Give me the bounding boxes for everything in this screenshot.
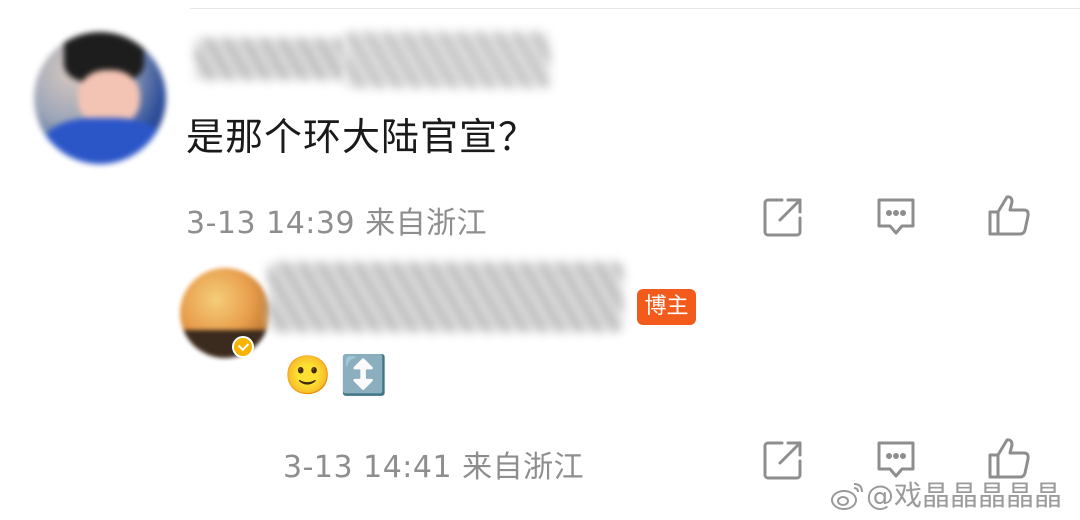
- comment-text: 是那个环大陆官宣？: [186, 115, 538, 159]
- divider: [190, 8, 1080, 9]
- watermark-text: @戏晶晶晶晶晶: [866, 479, 1063, 512]
- blogger-badge: 博主: [637, 289, 696, 325]
- avatar-shadow: [180, 330, 270, 358]
- comment-thread: 是那个环大陆官宣？ 3-13 14:39 来自浙江 博主 🙂 ↕️ 3-13 1…: [0, 0, 1080, 520]
- like-thumb-icon[interactable]: [986, 192, 1032, 238]
- up-down-arrow-emoji: ↕️: [340, 353, 388, 397]
- verified-badge-icon: [232, 336, 254, 358]
- username-redacted[interactable]: [345, 32, 550, 88]
- share-icon[interactable]: [760, 194, 806, 240]
- comment-timestamp-location: 3-13 14:39 来自浙江: [186, 206, 488, 241]
- avatar[interactable]: [180, 268, 270, 358]
- smile-emoji: 🙂: [284, 353, 332, 397]
- share-icon[interactable]: [760, 437, 806, 483]
- username-redacted[interactable]: [268, 262, 623, 332]
- reply-comment-icon[interactable]: [873, 194, 919, 240]
- reply-timestamp-location: 3-13 14:41 来自浙江: [283, 450, 585, 485]
- avatar[interactable]: [34, 32, 166, 164]
- username-redacted[interactable]: [195, 38, 345, 80]
- weibo-logo-icon: [830, 478, 866, 512]
- avatar-shirt: [44, 118, 164, 164]
